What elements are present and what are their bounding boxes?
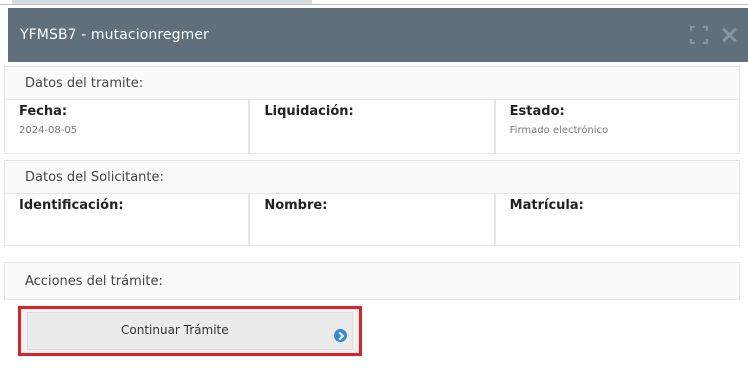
modal-header: YFMSB7 - mutacionregmer xyxy=(8,8,748,62)
section-solicitante-title: Datos del Solicitante: xyxy=(25,169,164,185)
field-fecha-label: Fecha: xyxy=(19,104,68,119)
field-estado-label: Estado: xyxy=(509,104,565,119)
field-estado: Estado: Firmado electrónico xyxy=(494,100,740,154)
field-fecha: Fecha: 2024-08-05 xyxy=(4,100,250,154)
tramite-row: Fecha: 2024-08-05 Liquidación: Estado: F… xyxy=(4,100,740,154)
close-icon[interactable] xyxy=(720,26,738,44)
header-actions xyxy=(690,26,738,44)
field-matricula-label: Matrícula: xyxy=(509,198,584,213)
modal-title: YFMSB7 - mutacionregmer xyxy=(20,27,209,43)
field-identificacion: Identificación: xyxy=(4,194,250,246)
field-identificacion-label: Identificación: xyxy=(19,198,124,213)
section-solicitante-heading: Datos del Solicitante: xyxy=(4,160,740,194)
background-line xyxy=(0,4,748,5)
expand-icon[interactable] xyxy=(690,26,708,44)
field-nombre-label: Nombre: xyxy=(264,198,328,213)
section-tramite-heading: Datos del tramite: xyxy=(4,66,740,100)
section-acciones-title: Acciones del trámite: xyxy=(25,273,163,289)
background-strip xyxy=(0,0,748,8)
section-acciones-heading: Acciones del trámite: xyxy=(4,262,740,300)
continuar-tramite-label: Continuar Trámite xyxy=(121,323,229,337)
chevron-right-icon xyxy=(334,329,347,342)
field-nombre: Nombre: xyxy=(249,194,495,246)
continuar-tramite-button[interactable]: Continuar Trámite xyxy=(18,306,362,356)
field-liquidacion-label: Liquidación: xyxy=(264,104,354,119)
field-matricula: Matrícula: xyxy=(494,194,740,246)
field-liquidacion: Liquidación: xyxy=(249,100,495,154)
solicitante-row: Identificación: Nombre: Matrícula: xyxy=(4,194,740,246)
section-tramite-title: Datos del tramite: xyxy=(25,75,144,91)
field-estado-value: Firmado electrónico xyxy=(509,125,609,136)
field-fecha-value: 2024-08-05 xyxy=(19,125,78,136)
